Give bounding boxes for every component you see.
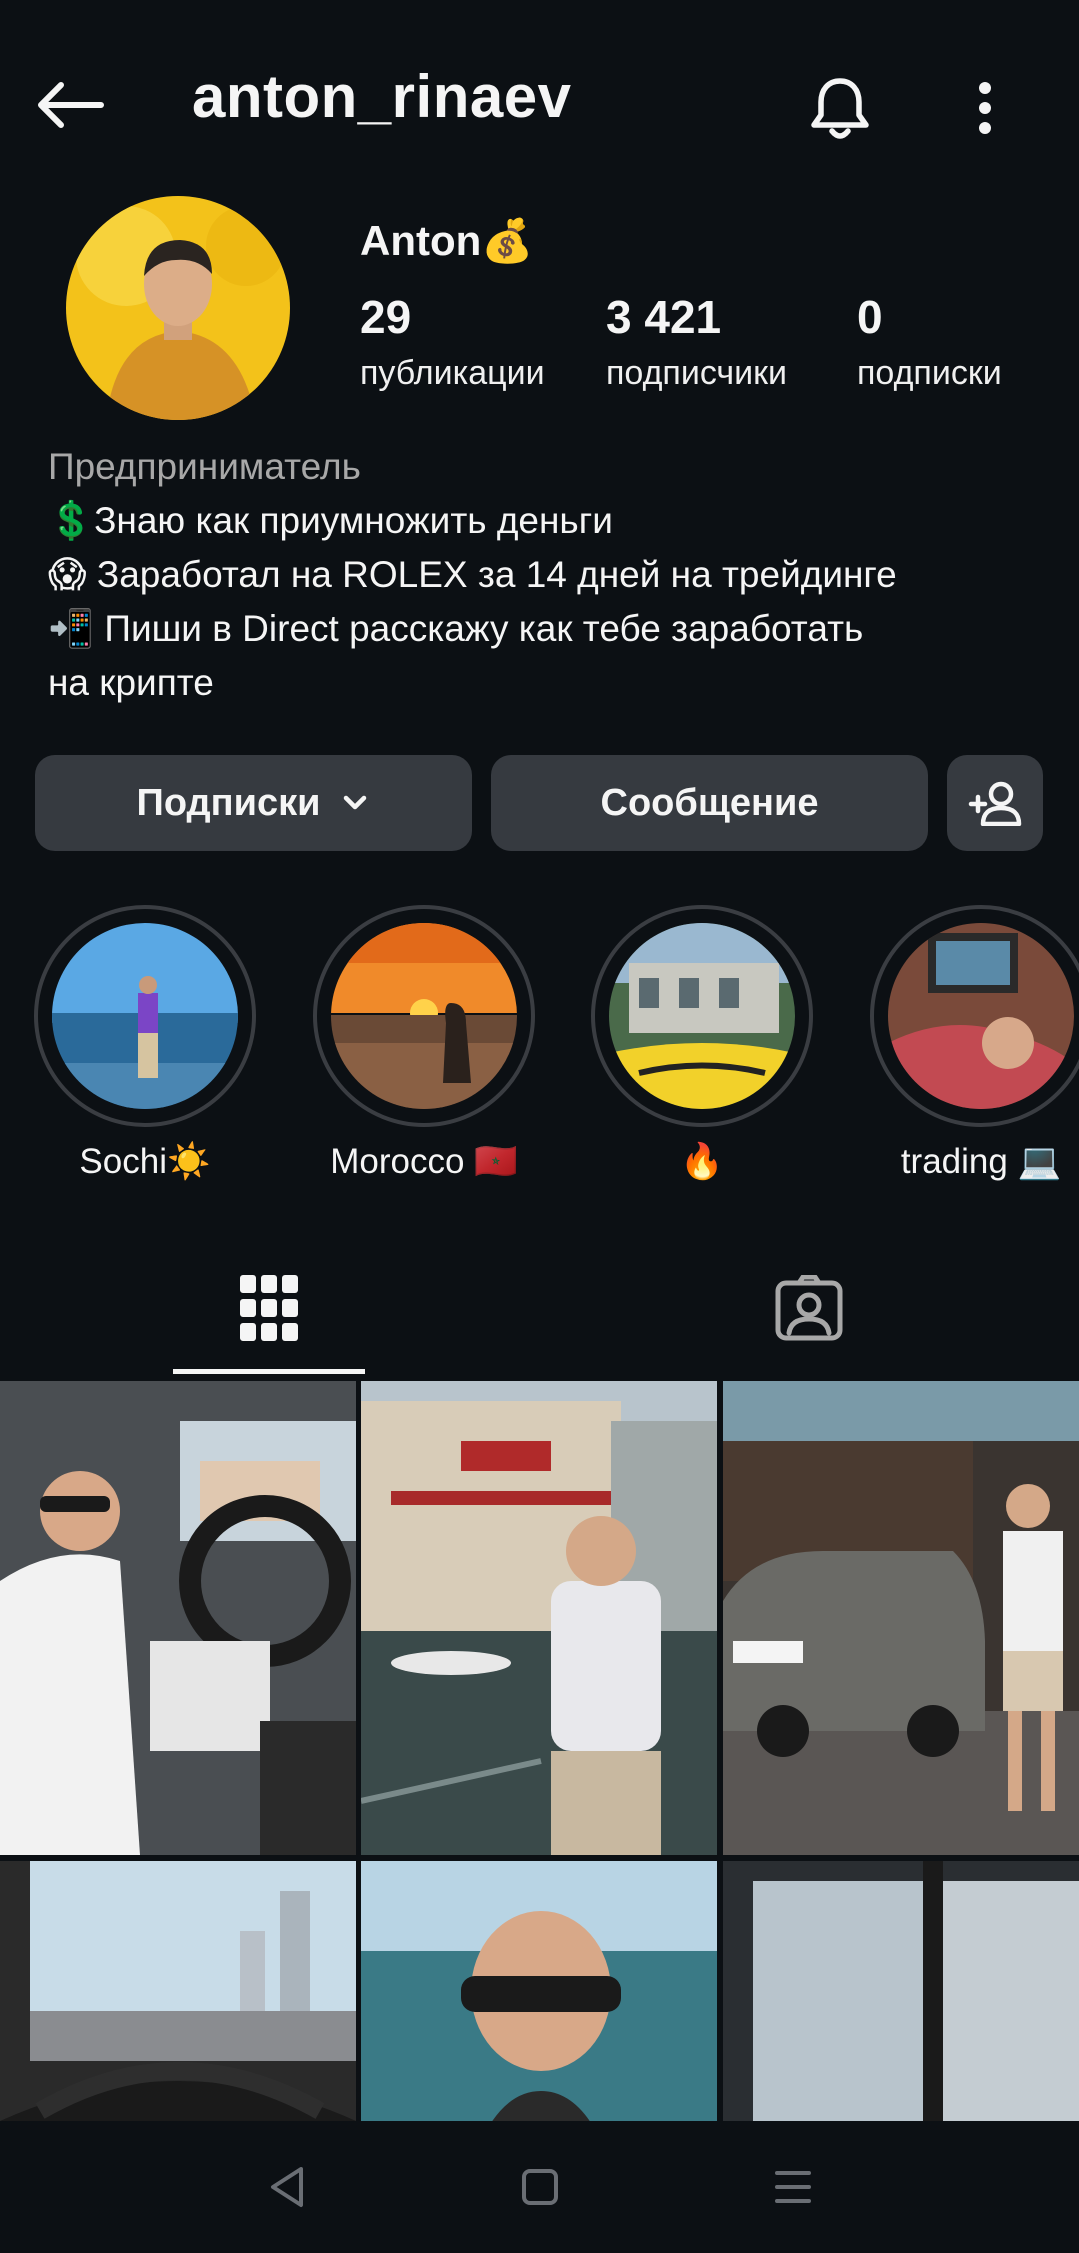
following-count-value: 0 — [857, 291, 883, 343]
highlight-cover — [888, 923, 1074, 1109]
square-home-icon — [521, 2169, 558, 2205]
highlight-item[interactable]: Sochi☀️ — [30, 905, 260, 1182]
chevron-down-icon — [344, 795, 367, 810]
suggest-users-button[interactable] — [947, 755, 1043, 851]
highlight-item[interactable]: 🔥 — [587, 905, 817, 1182]
notifications-button[interactable] — [800, 68, 880, 148]
more-options-button[interactable] — [955, 68, 1015, 148]
profile-avatar[interactable] — [66, 196, 290, 420]
following-button-label: Подписки — [136, 781, 321, 824]
highlight-cover — [331, 923, 517, 1109]
profile-username: anton_rinaev — [192, 63, 572, 130]
bio-category: Предприниматель — [48, 446, 361, 487]
active-tab-indicator — [173, 1369, 365, 1374]
highlight-label: trading 💻 — [900, 1142, 1062, 1181]
nav-recents-button[interactable] — [748, 2142, 838, 2232]
profile-header: anton_rinaev — [0, 0, 1079, 200]
posts-grid — [0, 1381, 1079, 2121]
highlight-label: Morocco 🇲🇦 — [330, 1142, 518, 1181]
arrow-left-icon — [38, 82, 104, 128]
tab-posts-grid[interactable] — [173, 1240, 365, 1375]
bio-line: 😱 Заработал на ROLEX за 14 дней на трейд… — [48, 554, 897, 595]
highlight-label: Sochi☀️ — [79, 1142, 211, 1181]
post-thumbnail[interactable] — [0, 1381, 356, 1855]
tab-tagged-posts[interactable] — [713, 1240, 905, 1375]
menu-lines-icon — [774, 2171, 811, 2203]
highlight-item[interactable]: trading 💻 — [866, 905, 1079, 1182]
back-button[interactable] — [30, 70, 110, 140]
bio-line: 💲Знаю как приумножить деньги — [48, 500, 613, 541]
post-thumbnail[interactable] — [723, 1861, 1079, 2121]
system-navigation-bar — [0, 2121, 1079, 2253]
more-vertical-icon — [979, 82, 991, 134]
highlight-ring — [591, 905, 813, 1127]
highlight-ring — [313, 905, 535, 1127]
post-thumbnail[interactable] — [0, 1861, 356, 2121]
followers-count-label: подписчики — [606, 354, 788, 392]
nav-back-button[interactable] — [242, 2142, 332, 2232]
message-button[interactable]: Сообщение — [491, 755, 928, 851]
add-user-icon — [968, 781, 1022, 826]
highlight-item[interactable]: Morocco 🇲🇦 — [309, 905, 539, 1182]
triangle-back-icon — [270, 2167, 303, 2207]
followers-count-value: 3 421 — [606, 291, 722, 343]
grid-icon — [240, 1274, 298, 1341]
bio-line: на крипте — [48, 662, 214, 703]
following-button[interactable]: Подписки — [35, 755, 472, 851]
avatar-photo — [66, 196, 290, 420]
posts-count-label: публикации — [360, 354, 545, 392]
highlight-ring — [34, 905, 256, 1127]
bio-line: 📲 Пиши в Direct расскажу как тебе зарабо… — [48, 608, 864, 649]
following-count-label: подписки — [857, 354, 1002, 392]
bell-icon — [811, 78, 869, 139]
followers-count[interactable]: 3 421 подписчики — [606, 290, 787, 393]
profile-bio: Предприниматель 💲Знаю как приумножить де… — [48, 440, 1038, 710]
post-thumbnail[interactable] — [361, 1381, 717, 1855]
post-thumbnail[interactable] — [723, 1381, 1079, 1855]
message-button-label: Сообщение — [600, 781, 819, 824]
highlight-label: 🔥 — [680, 1142, 724, 1181]
display-name: Anton💰 — [360, 217, 534, 264]
posts-count-value: 29 — [360, 291, 412, 343]
highlight-cover — [609, 923, 795, 1109]
following-count[interactable]: 0 подписки — [857, 290, 1002, 393]
nav-home-button[interactable] — [495, 2142, 585, 2232]
tagged-user-icon — [775, 1274, 843, 1340]
highlight-cover — [52, 923, 238, 1109]
post-thumbnail[interactable] — [361, 1861, 717, 2121]
highlight-ring — [870, 905, 1079, 1127]
posts-count[interactable]: 29 публикации — [360, 290, 545, 393]
